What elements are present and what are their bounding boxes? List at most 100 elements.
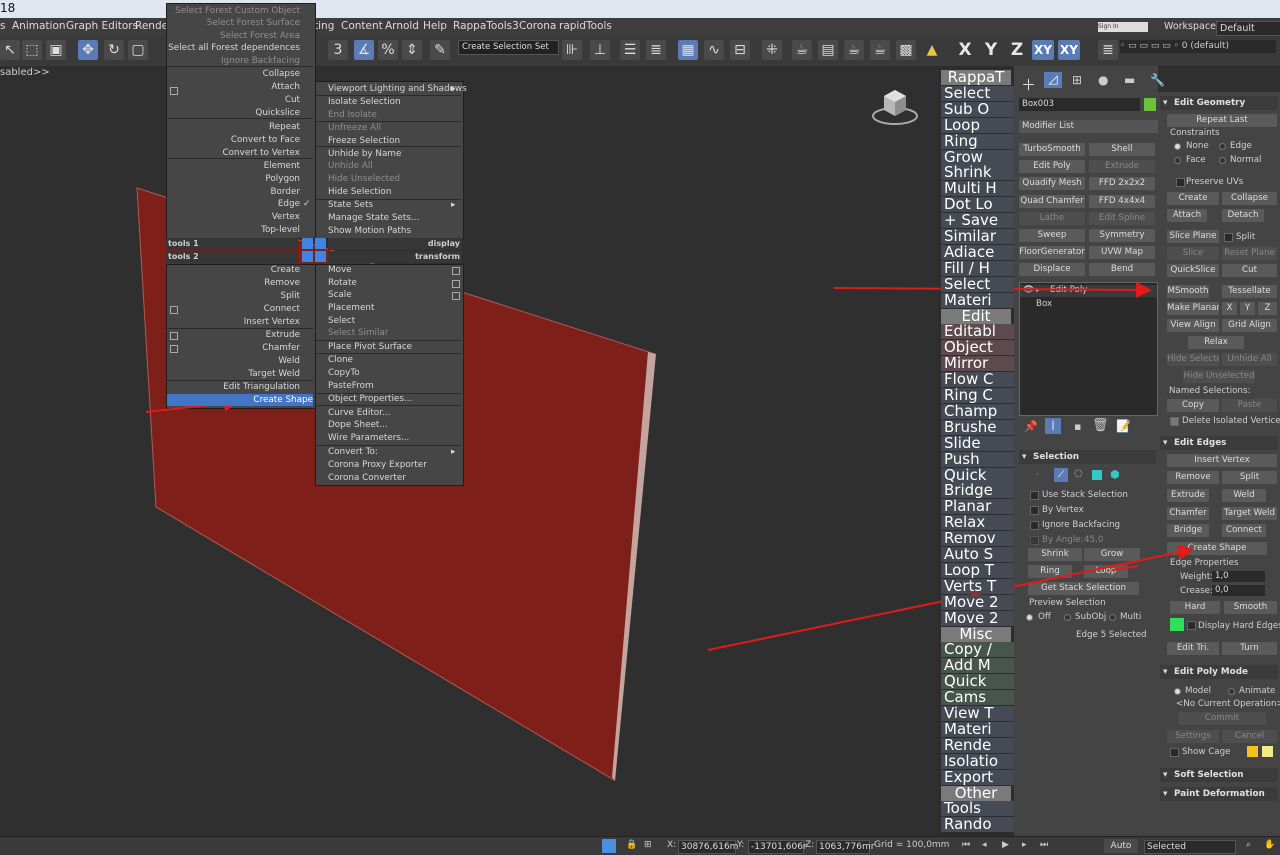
menu-item-select-forest-area[interactable]: Select Forest Area — [168, 30, 300, 42]
menu-item-remove[interactable]: Remove — [167, 277, 300, 289]
reset-plane-button[interactable]: Reset Plane — [1222, 247, 1277, 260]
modifier-lathe-button[interactable]: Lathe — [1019, 211, 1085, 225]
grid-align-button[interactable]: Grid Align — [1222, 319, 1277, 332]
viewcube-icon[interactable] — [870, 86, 920, 126]
tool-editabl[interactable]: Editabl — [941, 324, 1014, 340]
tool-save[interactable]: + Save — [941, 213, 1014, 229]
tessellate-button[interactable]: Tessellate — [1222, 285, 1277, 298]
hard-edge-color-swatch[interactable] — [1170, 618, 1184, 631]
tool-misc[interactable]: Misc — [941, 626, 1011, 642]
pin-stack-icon[interactable]: 📌 — [1024, 420, 1038, 433]
vertex-mode-icon[interactable]: · — [1036, 470, 1039, 480]
preview-off-radio[interactable] — [1026, 614, 1033, 621]
model-radio[interactable] — [1174, 688, 1181, 695]
tool-tools[interactable]: Tools — [941, 801, 1014, 817]
menu-item-weld[interactable]: Weld — [167, 355, 300, 367]
quad-center-bl[interactable] — [302, 251, 313, 262]
border-mode-icon[interactable]: ◌ — [1074, 468, 1083, 479]
menu-item-vertex[interactable]: Vertex — [168, 211, 300, 223]
menu-item-move[interactable]: Move — [328, 264, 458, 276]
rollout-edit-poly-mode[interactable]: Edit Poly Mode — [1160, 665, 1278, 679]
tool-bridge[interactable]: Bridge — [941, 483, 1014, 499]
configure-sets-icon[interactable]: 📝 — [1116, 419, 1131, 433]
display-tab-icon[interactable]: ▬ — [1124, 73, 1135, 87]
expand-icon[interactable]: ▸ — [1036, 285, 1040, 294]
tool-planar[interactable]: Planar — [941, 499, 1014, 515]
create-button[interactable]: Create — [1167, 192, 1219, 205]
settings-box-icon[interactable] — [170, 332, 178, 340]
menu-item-hide-selection[interactable]: Hide Selection — [328, 186, 458, 198]
tool-auto-s[interactable]: Auto S — [941, 547, 1014, 562]
view-align-button[interactable]: View Align — [1167, 319, 1219, 332]
x-coordinate[interactable]: 30876,616m — [678, 840, 738, 854]
tool-relax[interactable]: Relax — [941, 515, 1014, 531]
attach-button[interactable]: Attach — [1167, 209, 1207, 222]
tool-ring-c[interactable]: Ring C — [941, 388, 1014, 403]
remove-modifier-icon[interactable]: 🗑 — [1092, 418, 1109, 433]
menu-item-element[interactable]: Element — [168, 160, 300, 172]
paste-button[interactable]: Paste — [1222, 399, 1277, 412]
menu-item-clone[interactable]: Clone — [328, 354, 458, 366]
ignore-backfacing-checkbox[interactable] — [1030, 521, 1039, 530]
tool-edit[interactable]: Edit — [941, 308, 1011, 324]
rollout-edit-geometry[interactable]: Edit Geometry — [1160, 96, 1278, 110]
modifier-edit-spline-button[interactable]: Edit Spline — [1089, 211, 1155, 225]
go-to-end-icon[interactable]: ⏭ — [1040, 840, 1048, 850]
menu-item-insert-vertex[interactable]: Insert Vertex — [167, 316, 300, 328]
tool-grow[interactable]: Grow — [941, 149, 1014, 165]
settings-box-icon[interactable] — [452, 292, 460, 300]
hide-unselected-button[interactable]: Hide Unselected — [1183, 370, 1255, 383]
modifier-quad-chamfer-button[interactable]: Quad Chamfer — [1019, 194, 1085, 208]
rollout-selection[interactable]: Selection — [1019, 450, 1156, 464]
menu-item-end-isolate[interactable]: End Isolate — [328, 109, 458, 121]
menu-item-top-level[interactable]: Top-level — [168, 224, 300, 236]
menu-item-copyto[interactable]: CopyTo — [328, 367, 458, 379]
menu-item-curve-editor[interactable]: Curve Editor... — [328, 407, 458, 419]
tool-sub-o[interactable]: Sub O — [941, 101, 1014, 117]
turn-button[interactable]: Turn — [1222, 642, 1277, 655]
tool-quick[interactable]: Quick — [941, 467, 1014, 483]
msmooth-button[interactable]: MSmooth — [1167, 285, 1209, 298]
tool-dot-lo[interactable]: Dot Lo — [941, 197, 1014, 213]
insert-vertex-button[interactable]: Insert Vertex — [1167, 454, 1277, 467]
pan-icon[interactable]: ✋ — [1264, 840, 1275, 850]
tool-object[interactable]: Object — [941, 340, 1014, 356]
preview-multi-radio[interactable] — [1109, 614, 1116, 621]
tool-flow-c[interactable]: Flow C — [941, 372, 1014, 388]
modifier-sweep-button[interactable]: Sweep — [1019, 229, 1085, 242]
previous-frame-icon[interactable]: ◂ — [982, 840, 987, 850]
edge-mode-icon[interactable]: ⟋ — [1054, 468, 1068, 482]
by-vertex-checkbox[interactable] — [1030, 506, 1039, 515]
preserve-uvs-checkbox[interactable] — [1176, 178, 1185, 187]
tool-loop[interactable]: Loop — [941, 117, 1014, 133]
tool-multi-h[interactable]: Multi H — [941, 181, 1014, 197]
tool-select[interactable]: Select — [941, 85, 1014, 101]
remove-button[interactable]: Remove — [1167, 471, 1219, 484]
menu-item-unhide-by-name[interactable]: Unhide by Name — [328, 148, 458, 160]
menu-item-edit-triangulation[interactable]: Edit Triangulation — [167, 381, 300, 393]
tool-adiace[interactable]: Adiace — [941, 244, 1014, 260]
rollout-paint-deformation[interactable]: Paint Deformation — [1160, 787, 1278, 801]
absolute-mode-icon[interactable]: ⊞ — [644, 840, 652, 850]
utilities-tab-icon[interactable]: 🔧 — [1150, 73, 1165, 87]
modifier-edit-poly-button[interactable]: Edit Poly — [1019, 160, 1085, 174]
quickslice-button[interactable]: QuickSlice — [1167, 264, 1219, 277]
modifier-shell-button[interactable]: Shell — [1089, 143, 1155, 156]
z-coordinate[interactable]: 1063,776mr — [816, 840, 874, 854]
grow-button[interactable]: Grow — [1084, 548, 1140, 561]
menu-item-border[interactable]: Border — [168, 186, 301, 198]
menu-item-dope-sheet[interactable]: Dope Sheet... — [328, 419, 458, 431]
crease-input[interactable]: 0,0 — [1212, 585, 1265, 596]
tool-add-m[interactable]: Add M — [941, 658, 1014, 674]
unhide-all-button[interactable]: Unhide All — [1222, 353, 1277, 366]
menu-item-show-motion-paths[interactable]: Show Motion Paths — [328, 225, 458, 237]
menu-item-cut[interactable]: Cut — [168, 94, 300, 106]
menu-item-polygon[interactable]: Polygon — [168, 173, 300, 185]
tool-move-2[interactable]: Move 2 — [941, 610, 1014, 626]
go-to-start-icon[interactable]: ⏮ — [962, 840, 970, 850]
tool-remov[interactable]: Remov — [941, 531, 1014, 547]
modify-tab-icon[interactable]: ◿ — [1044, 72, 1062, 88]
quad-center-tr[interactable] — [315, 238, 326, 249]
extrude-button[interactable]: Extrude — [1167, 489, 1209, 502]
connect-button[interactable]: Connect — [1222, 524, 1266, 537]
